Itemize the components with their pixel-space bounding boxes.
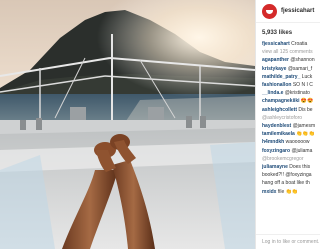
- avatar[interactable]: [262, 3, 277, 19]
- comment-row: __linda.e @kristinato: [262, 89, 320, 97]
- comment-username[interactable]: tamilemikaela: [262, 131, 295, 137]
- comment-row: haydenblest @jamesm: [262, 122, 320, 130]
- comment-username[interactable]: h4mndkh: [262, 139, 284, 145]
- comment-text: @jamesm: [291, 123, 316, 130]
- comment-row: fjessicahart Croatia: [262, 40, 320, 48]
- comment-row: @brookemcgregor: [262, 155, 320, 163]
- comment-row: ashleighcollett Dis be: [262, 106, 320, 114]
- post-photo[interactable]: [0, 0, 255, 249]
- comment-footer: Log in to like or comment.: [256, 234, 320, 249]
- comment-text[interactable]: @brookemcgregor: [262, 156, 303, 162]
- comment-row: juliamayne Does this: [262, 163, 320, 171]
- comment-text: 👏👏👏: [294, 131, 315, 138]
- comment-username[interactable]: haydenblest: [262, 123, 291, 129]
- comment-row: champagnekiiki 😍😍: [262, 97, 320, 105]
- comment-row: hang off a boat like th: [262, 179, 320, 187]
- comment-text: 😍😍: [299, 98, 314, 105]
- comment-row: agapanther @shannon: [262, 56, 320, 64]
- boat-deck-sunset-image: [0, 0, 255, 249]
- comment-row: mathilde_patry_ Luck: [262, 73, 320, 81]
- comment-text[interactable]: view all 125 comments: [262, 49, 313, 55]
- comment-text: Luck: [300, 73, 313, 80]
- comment-text[interactable]: @ashleycristoforo: [262, 115, 302, 121]
- likes-count[interactable]: 5,933 likes: [256, 23, 320, 36]
- header-username[interactable]: fjessicahart: [281, 8, 314, 14]
- comment-text: file 👏👏: [276, 188, 299, 195]
- comment-row: h4mndkh waooooow: [262, 138, 320, 146]
- comment-username[interactable]: mxidx: [262, 189, 276, 195]
- comment-username[interactable]: agapanther: [262, 57, 289, 63]
- comment-text: SO N I C: [291, 82, 313, 89]
- comment-row: view all 125 comments: [262, 48, 320, 56]
- comment-username[interactable]: fjessicahart: [262, 41, 290, 47]
- comment-text: Does this: [287, 164, 311, 171]
- comment-text: @shannon: [288, 57, 315, 64]
- comment-text: hang off a boat like th: [262, 180, 310, 187]
- comment-row: tamilemikaela 👏👏👏: [262, 130, 320, 138]
- comment-row: mxidx file 👏👏: [262, 188, 320, 196]
- post-side-panel: fjessicahart 5,933 likes fjessicahart Cr…: [255, 0, 320, 249]
- comment-username[interactable]: ashleighcollett: [262, 107, 297, 113]
- comment-username[interactable]: __linda.e: [262, 90, 283, 96]
- comment-username[interactable]: mathilde_patry_: [262, 74, 300, 80]
- comment-username[interactable]: champagnekiiki: [262, 98, 300, 104]
- comment-username[interactable]: fashionallon: [262, 82, 291, 88]
- comment-text: @juliama: [290, 147, 313, 154]
- comment-text: Croatia: [289, 41, 308, 47]
- comment-row: booked?!! @foxyzinga: [262, 171, 320, 179]
- comment-text: @samari_f: [286, 65, 313, 72]
- comment-username[interactable]: juliamayne: [262, 164, 288, 170]
- comment-username[interactable]: foxyzingaro: [262, 148, 290, 154]
- comment-text: waooooow: [284, 139, 310, 146]
- comment-username[interactable]: kristykaye: [262, 66, 286, 72]
- comment-text: booked?!! @foxyzinga: [262, 172, 312, 179]
- comment-text: Dis be: [297, 106, 313, 113]
- post-header: fjessicahart: [256, 0, 320, 23]
- comment-row: @ashleycristoforo: [262, 114, 320, 122]
- comment-row: foxyzingaro @juliama: [262, 147, 320, 155]
- comment-text: @kristinato: [283, 90, 310, 97]
- comment-row: kristykaye @samari_f: [262, 65, 320, 73]
- login-prompt[interactable]: Log in to like or comment.: [262, 239, 319, 245]
- comments-list: fjessicahart Croatia view all 125 comment…: [256, 36, 320, 196]
- instagram-post: fjessicahart 5,933 likes fjessicahart Cr…: [0, 0, 320, 249]
- comment-row: fashionallon SO N I C: [262, 81, 320, 89]
